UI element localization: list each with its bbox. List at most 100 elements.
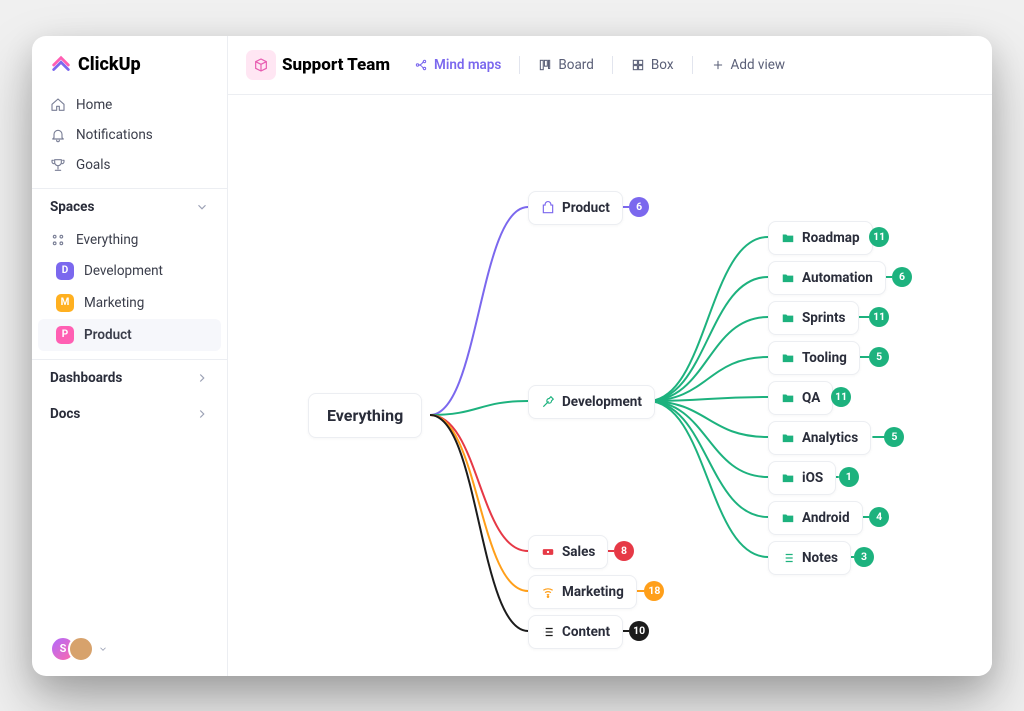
node-label: Development [562,394,642,410]
mindmap-node-sprints[interactable]: Sprints [768,301,859,335]
node-label: Everything [327,406,403,425]
count-badge: 5 [869,347,889,367]
chevron-right-icon [195,371,209,385]
mindmap-node-sales[interactable]: Sales [528,535,608,569]
count-badge: 1 [839,467,859,487]
page-title: Support Team [282,55,390,75]
clickup-logo-icon [50,54,72,76]
space-label: Product [84,327,132,343]
nav-label: Home [76,97,112,113]
mindmap-node-everything[interactable]: Everything [308,393,422,438]
chevron-down-icon [98,644,108,654]
mindmap-node-android[interactable]: Android [768,501,863,535]
divider [612,56,613,74]
spaces-header-label: Spaces [50,199,94,215]
space-chip: P [56,326,74,344]
main: Support Team Mind maps Board Box Add vie… [228,36,992,676]
count-badge: 8 [614,541,634,561]
view-tab-board[interactable]: Board [530,53,602,77]
board-icon [538,58,552,72]
mindmap-node-tooling[interactable]: Tooling [768,341,860,375]
nav-label: Goals [76,157,111,173]
box-icon [631,58,645,72]
count-badge: 3 [854,547,874,567]
nav-home[interactable]: Home [32,90,227,120]
mindmap-node-roadmap[interactable]: Roadmap [768,221,873,255]
count-badge: 11 [831,387,851,407]
count-badge: 18 [644,581,664,601]
add-view-button[interactable]: Add view [703,53,794,77]
mindmap-node-product[interactable]: Product [528,191,623,225]
sidebar-space-marketing[interactable]: M Marketing [38,287,221,319]
mindmap-node-qa[interactable]: QA [768,381,833,415]
sidebar-space-development[interactable]: D Development [38,255,221,287]
mindmap-node-notes[interactable]: Notes [768,541,851,575]
node-label: Notes [802,550,838,566]
mindmap-node-marketing[interactable]: Marketing [528,575,637,609]
sidebar: ClickUp Home Notifications Goals Spaces … [32,36,228,676]
mindmap-node-analytics[interactable]: Analytics [768,421,871,455]
grid-icon [50,232,66,248]
node-label: iOS [802,470,823,486]
view-tab-mindmaps[interactable]: Mind maps [406,53,509,77]
view-label: Board [558,57,594,73]
chevron-down-icon [195,200,209,214]
brand-logo[interactable]: ClickUp [32,36,227,90]
count-badge: 10 [629,621,649,641]
mindmap-icon [414,58,428,72]
node-label: Content [562,624,610,640]
view-label: Mind maps [434,57,501,73]
node-label: QA [802,390,820,406]
node-label: Analytics [802,430,858,446]
count-badge: 4 [869,507,889,527]
bell-icon [50,127,66,143]
nav-notifications[interactable]: Notifications [32,120,227,150]
nav-goals[interactable]: Goals [32,150,227,180]
view-label: Box [651,57,674,73]
node-label: Tooling [802,350,847,366]
chevron-right-icon [195,407,209,421]
space-icon [246,50,276,80]
node-label: Sprints [802,310,846,326]
node-label: Sales [562,544,595,560]
home-icon [50,97,66,113]
section-label: Dashboards [50,370,122,386]
node-label: Roadmap [802,230,860,246]
mindmap-node-development[interactable]: Development [528,385,655,419]
everything-label: Everything [76,232,138,248]
plus-icon [711,58,725,72]
spaces-header[interactable]: Spaces [32,188,227,225]
topbar: Support Team Mind maps Board Box Add vie… [228,36,992,95]
trophy-icon [50,157,66,173]
divider [692,56,693,74]
avatar [68,636,94,662]
mindmap-canvas[interactable]: Everything Product 6 Development Sales 8 Marke… [228,95,992,676]
add-view-label: Add view [731,57,786,73]
sidebar-space-product[interactable]: P Product [38,319,221,351]
section-label: Docs [50,406,80,422]
node-label: Automation [802,270,873,286]
node-label: Marketing [562,584,624,600]
view-tab-box[interactable]: Box [623,53,682,77]
count-badge: 6 [892,267,912,287]
count-badge: 6 [629,197,649,217]
mindmap-node-ios[interactable]: iOS [768,461,836,495]
divider [519,56,520,74]
count-badge: 5 [884,427,904,447]
count-badge: 11 [869,227,889,247]
space-label: Marketing [84,295,144,311]
section-docs[interactable]: Docs [32,396,227,432]
mindmap-node-content[interactable]: Content [528,615,623,649]
node-label: Product [562,200,610,216]
space-chip: D [56,262,74,280]
node-label: Android [802,510,850,526]
count-badge: 11 [869,307,889,327]
user-avatars[interactable]: S [32,622,227,676]
brand-name: ClickUp [78,54,141,75]
section-dashboards[interactable]: Dashboards [32,359,227,396]
spaces-everything[interactable]: Everything [32,225,227,255]
nav-label: Notifications [76,127,153,143]
mindmap-node-automation[interactable]: Automation [768,261,886,295]
cube-icon [253,57,269,73]
space-chip: M [56,294,74,312]
